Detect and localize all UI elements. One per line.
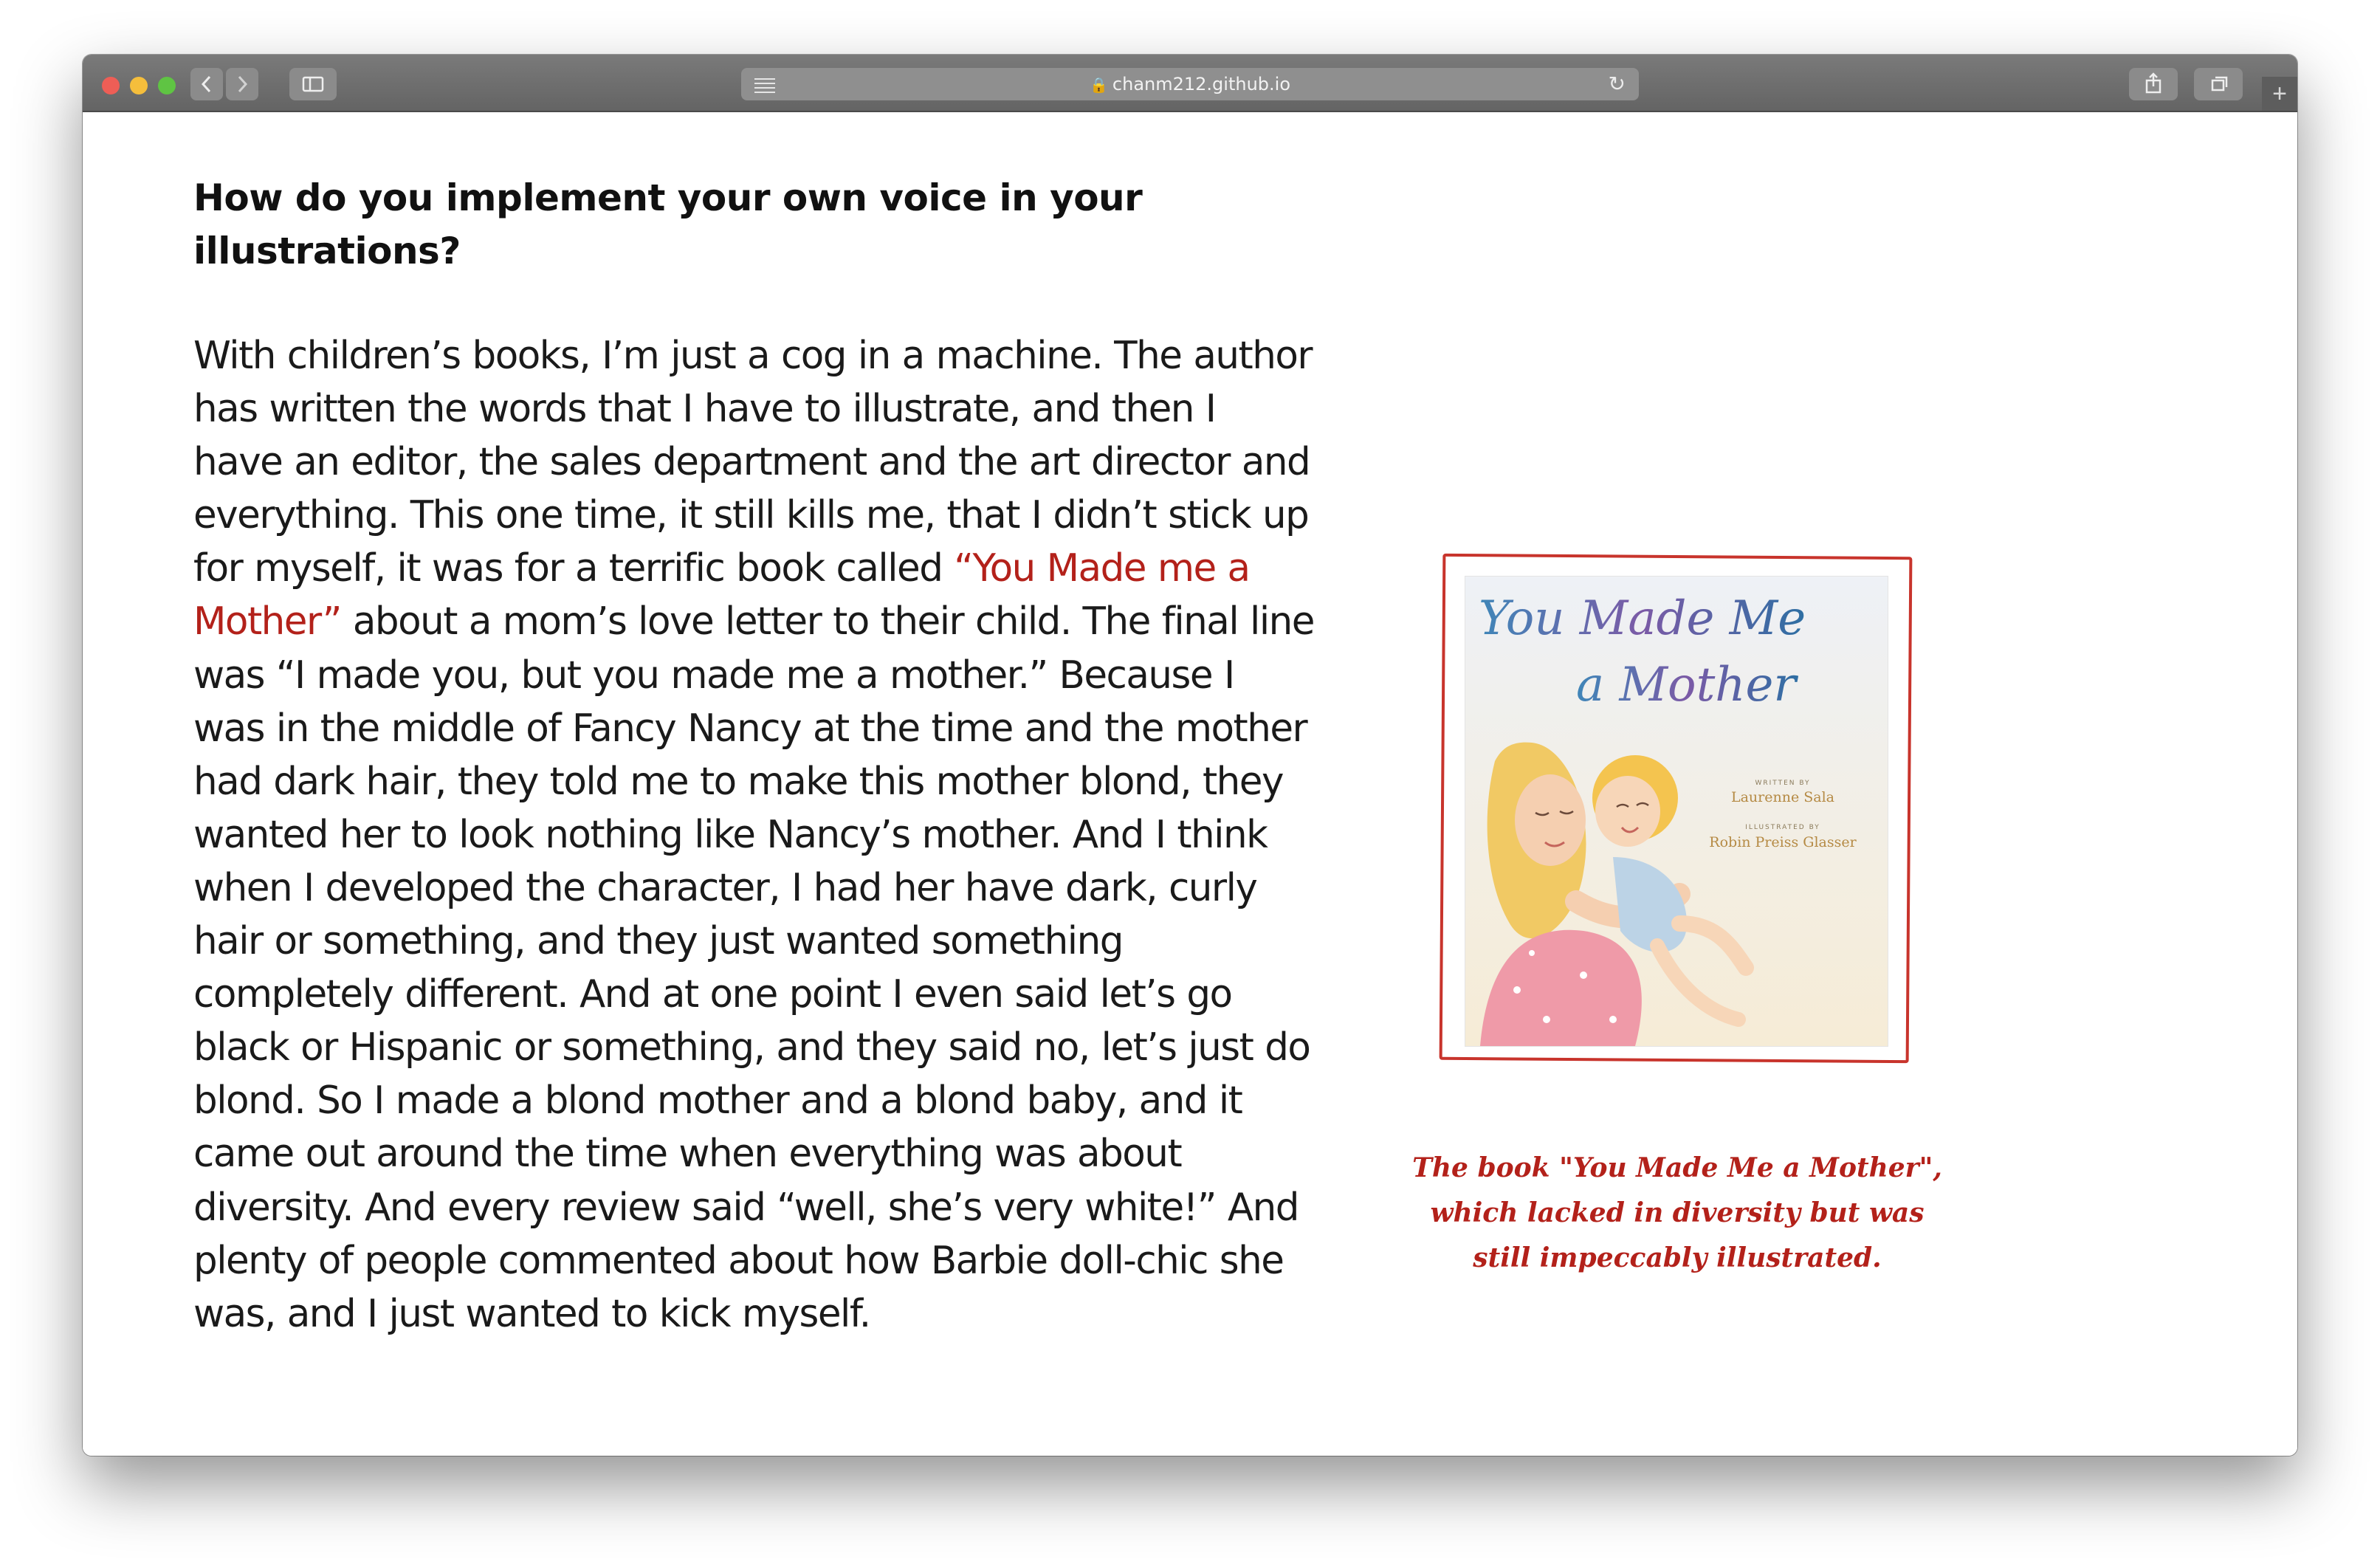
lock-icon: 🔒	[1090, 76, 1108, 94]
answer-paragraph: With children’s books, I’m just a cog in…	[193, 329, 1315, 1341]
page-content: How do you implement your own voice in y…	[83, 112, 2297, 1456]
url-label: chanm212.github.io	[1112, 74, 1290, 94]
forward-button[interactable]	[226, 68, 258, 100]
new-tab-button[interactable]: +	[2262, 77, 2297, 111]
new-tab-plus-icon: +	[2272, 80, 2287, 108]
chevron-right-icon	[238, 75, 248, 93]
paragraph-text-after-link: about a mom’s love letter to their child…	[193, 599, 1315, 1336]
close-window-button[interactable]	[102, 77, 120, 94]
share-icon	[2145, 72, 2161, 94]
chevron-left-icon	[201, 75, 211, 93]
zoom-window-button[interactable]	[158, 77, 176, 94]
sidebar-button[interactable]	[289, 68, 337, 100]
share-button[interactable]	[2129, 68, 2178, 100]
heading-line-1: How do you implement your own voice in y…	[193, 176, 1143, 219]
cover-written-by: WRITTEN BY	[1755, 780, 1810, 787]
book-cover-image: You Made Me a Mother WRITTEN BY Laurenne…	[1465, 576, 1888, 1047]
tabs-button[interactable]	[2194, 68, 2243, 100]
cover-author: Laurenne Sala	[1731, 789, 1834, 805]
browser-toolbar: 🔒 chanm212.github.io ↻ +	[83, 55, 2297, 112]
cover-illustrated-by: ILLUSTRATED BY	[1745, 824, 1820, 831]
sidebar-icon	[302, 76, 324, 92]
cover-title-line-2: a Mother	[1576, 658, 1798, 712]
browser-window: 🔒 chanm212.github.io ↻ + How do you imple…	[83, 55, 2297, 1456]
back-button[interactable]	[190, 68, 223, 100]
minimize-window-button[interactable]	[130, 77, 148, 94]
tabs-overview-icon	[2211, 76, 2228, 92]
address-bar[interactable]: 🔒 chanm212.github.io ↻	[741, 68, 1639, 100]
reload-icon[interactable]: ↻	[1609, 68, 1626, 100]
cover-title-line-1: You Made Me	[1479, 591, 1806, 646]
url-text: 🔒 chanm212.github.io	[741, 68, 1639, 101]
heading-line-2: illustrations?	[193, 230, 461, 272]
cover-illustrator: Robin Preiss Glasser	[1709, 834, 1857, 850]
question-heading: How do you implement your own voice in y…	[193, 171, 1153, 278]
figure-caption: The book "You Made Me a Mother", which l…	[1412, 1152, 1942, 1273]
